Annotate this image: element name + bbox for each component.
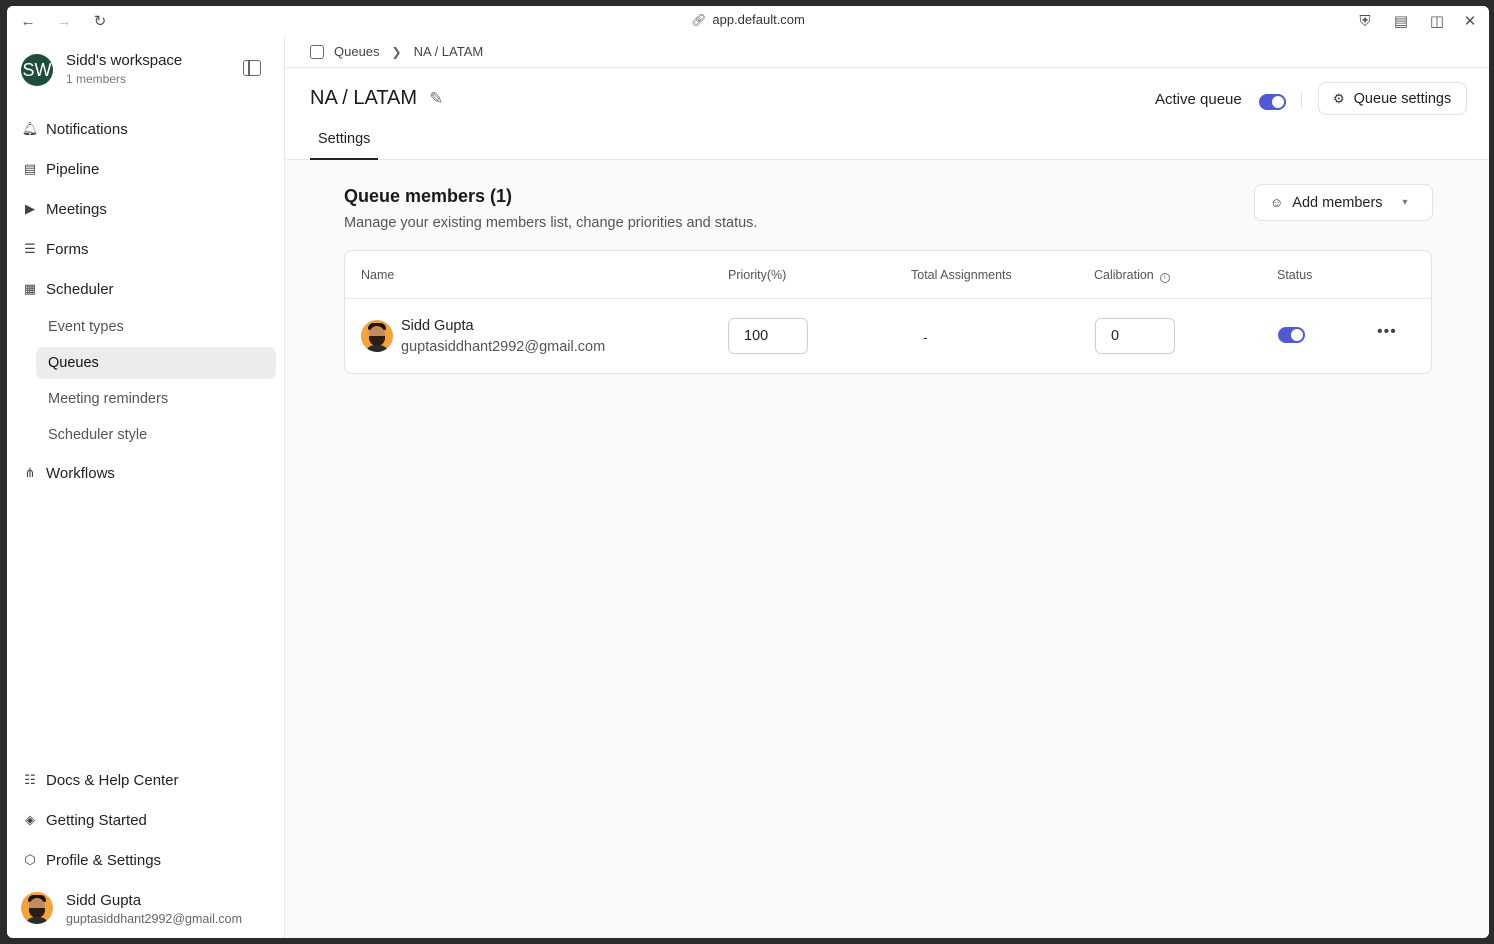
breadcrumb-current: NA / LATAM <box>413 44 484 59</box>
sidebar-item-workflows[interactable]: ⋔ Workflows <box>21 458 275 488</box>
sidebar-item-label: Profile & Settings <box>46 851 162 869</box>
breadcrumb-queues[interactable]: Queues <box>334 44 380 59</box>
sidebar-toggle-icon[interactable] <box>243 60 261 76</box>
add-members-button[interactable]: ☺ Add members ▾ <box>1254 184 1433 221</box>
calendar-icon: ▦ <box>23 281 37 296</box>
sidebar-subitem-queues[interactable]: Queues <box>36 347 276 379</box>
hexagon-icon: ⬡ <box>24 852 36 867</box>
address-bar[interactable]: 🔗︎ app.default.com <box>7 12 1489 27</box>
page-title: NA / LATAM <box>310 87 418 109</box>
sidebar-item-label: Docs & Help Center <box>46 771 179 789</box>
sidebar-item-label: Meetings <box>46 200 107 218</box>
more-options-icon[interactable]: ••• <box>1377 323 1397 341</box>
sidebar-item-label: Pipeline <box>46 160 100 178</box>
main-content: Queues ❯ NA / LATAM NA / LATAM ✎ Active … <box>286 36 1489 938</box>
member-email: guptasiddhant2992@gmail.com <box>401 339 606 355</box>
user-name: Sidd Gupta <box>66 892 142 909</box>
pencil-icon[interactable]: ✎ <box>429 89 443 109</box>
active-queue-label: Active queue <box>1155 91 1242 108</box>
workspace-avatar: SW <box>21 54 53 86</box>
queue-members-subtitle: Manage your existing members list, chang… <box>344 215 758 231</box>
page-title-wrap: NA / LATAM ✎ <box>310 87 443 110</box>
book-icon: ☷ <box>24 772 36 787</box>
sidebar-subitem-event-types[interactable]: Event types <box>36 311 276 343</box>
sidebar-item-forms[interactable]: ☰ Forms <box>21 234 275 264</box>
avatar <box>361 320 393 352</box>
member-name: Sidd Gupta <box>401 318 474 334</box>
sidebar-item-getting-started[interactable]: ◈ Getting Started <box>21 805 275 835</box>
add-members-label: Add members <box>1292 194 1383 211</box>
calendar-icon <box>310 44 324 59</box>
priority-input[interactable] <box>728 318 808 354</box>
queue-settings-label: Queue settings <box>1353 90 1452 107</box>
sidebar-item-label: Notifications <box>46 120 128 138</box>
column-status: Status <box>1277 268 1313 282</box>
queue-settings-button[interactable]: ⚙ Queue settings <box>1318 82 1467 115</box>
calibration-input[interactable] <box>1095 318 1175 354</box>
sidebar-subitem-meeting-reminders[interactable]: Meeting reminders <box>36 383 276 415</box>
sliders-icon: ⚙ <box>1333 90 1345 106</box>
form-icon: ☰ <box>24 241 36 256</box>
sidebar-item-pipeline[interactable]: ▤ Pipeline <box>21 154 275 184</box>
workspace-switcher[interactable]: SW Sidd's workspace 1 members <box>21 52 271 92</box>
sidebar-item-label: Forms <box>46 240 89 258</box>
sidebar-item-label: Getting Started <box>46 811 147 829</box>
table-icon: ▤ <box>23 161 37 176</box>
tab-settings[interactable]: Settings <box>310 131 379 160</box>
column-calibration: Calibration <box>1094 268 1154 282</box>
avatar <box>21 892 53 924</box>
divider <box>1301 91 1302 109</box>
queue-members-title: Queue members (1) <box>344 186 513 206</box>
chevron-right-icon: ❯ <box>391 44 402 59</box>
sidebar-item-profile-settings[interactable]: ⬡ Profile & Settings <box>21 845 275 875</box>
close-icon[interactable]: ✕ <box>1461 12 1479 30</box>
link-icon: 🔗︎ <box>691 13 707 27</box>
sidebar-item-label: Scheduler <box>46 280 114 298</box>
browser-toolbar: ← → ↻ 🔗︎ app.default.com ⛨ ▤ ◫ ✕ <box>7 6 1489 36</box>
chevron-down-icon[interactable]: ▾ <box>1403 197 1408 208</box>
video-icon: ▶ <box>25 201 35 216</box>
bell-icon: 🔔︎ <box>21 121 39 136</box>
sidebar-item-docs[interactable]: ☷ Docs & Help Center <box>21 765 275 795</box>
url-text: app.default.com <box>712 12 805 27</box>
member-status-toggle[interactable] <box>1278 327 1305 343</box>
breadcrumb: Queues ❯ NA / LATAM <box>286 36 1489 68</box>
sidebar-item-notifications[interactable]: 🔔︎ Notifications <box>21 114 275 144</box>
column-priority: Priority(%) <box>728 268 787 282</box>
page-header: NA / LATAM ✎ Active queue ⚙ Queue settin… <box>286 69 1489 160</box>
shield-icon[interactable]: ⛨ <box>1356 12 1374 30</box>
sidebar-item-label: Workflows <box>46 464 115 482</box>
sidebar-item-meetings[interactable]: ▶ Meetings <box>21 194 275 224</box>
workflow-icon: ⋔ <box>24 465 36 480</box>
graduation-icon: ◈ <box>25 812 35 827</box>
members-table: Name Priority(%) Total Assignments Calib… <box>344 250 1432 374</box>
workspace-name: Sidd's workspace <box>66 52 183 69</box>
sidebar-item-scheduler[interactable]: ▦ Scheduler <box>21 274 275 304</box>
table-header: Name Priority(%) Total Assignments Calib… <box>345 251 1431 299</box>
users-icon: ☺ <box>1270 195 1284 210</box>
current-user[interactable]: Sidd Gupta guptasiddhant2992@gmail.com <box>21 888 279 928</box>
split-view-icon[interactable]: ◫ <box>1428 12 1446 30</box>
browser-window: ← → ↻ 🔗︎ app.default.com ⛨ ▤ ◫ ✕ SW Sidd'… <box>7 6 1489 938</box>
info-icon[interactable]: i <box>1159 273 1170 283</box>
total-assignments-value: - <box>923 329 928 345</box>
column-name: Name <box>361 268 395 282</box>
user-email: guptasiddhant2992@gmail.com <box>66 912 242 926</box>
active-queue-toggle[interactable] <box>1259 94 1286 110</box>
column-total-assignments: Total Assignments <box>911 268 1012 282</box>
workspace-members-count: 1 members <box>66 72 127 86</box>
sidebar: SW Sidd's workspace 1 members 🔔︎ Notific… <box>7 36 285 938</box>
extensions-icon[interactable]: ▤ <box>1392 12 1410 30</box>
column-calibration-wrap: Calibration i <box>1094 268 1170 283</box>
sidebar-subitem-scheduler-style[interactable]: Scheduler style <box>36 419 276 451</box>
